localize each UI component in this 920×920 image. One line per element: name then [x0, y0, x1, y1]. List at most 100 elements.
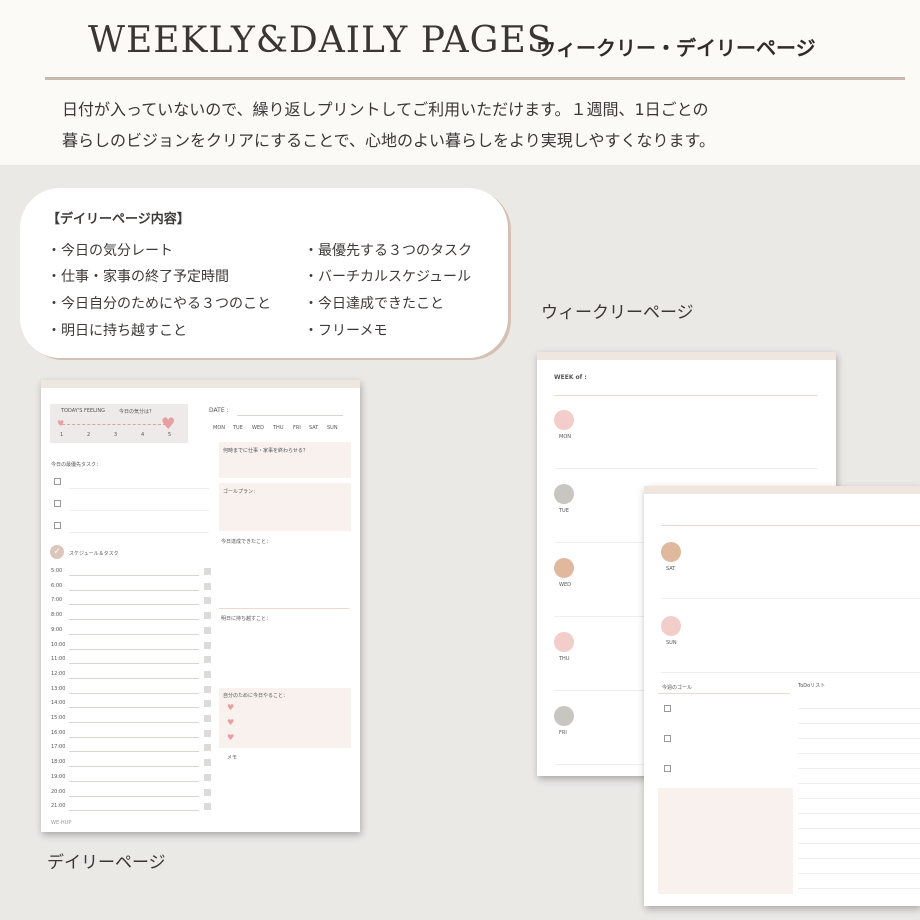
- todo-line: [798, 708, 920, 709]
- time-checkbox[interactable]: [204, 700, 211, 708]
- time-checkbox[interactable]: [204, 715, 211, 722]
- weekday: THU: [273, 425, 284, 431]
- time-checkbox[interactable]: [204, 773, 211, 781]
- sheet-top-band: [537, 352, 836, 360]
- time-label: 21:00: [51, 803, 66, 810]
- time-label: 8:00: [51, 612, 63, 619]
- intro-line-2: 暮らしのビジョンをクリアにすることで、心地のよい暮らしをより実現しやすくなります…: [62, 131, 715, 150]
- rating-5: 5: [168, 432, 172, 438]
- checkbox[interactable]: [54, 522, 61, 529]
- time-line: [69, 619, 199, 621]
- todo-line: [798, 858, 920, 859]
- title-divider: [45, 77, 905, 80]
- day-label: FRI: [559, 730, 567, 736]
- time-checkbox[interactable]: [204, 641, 211, 649]
- heart-bullet-icon: ♥: [227, 718, 235, 727]
- date-line: [237, 415, 343, 416]
- carry-over-label: 明日に持ち越すこと：: [221, 616, 272, 622]
- time-checkbox[interactable]: [204, 670, 211, 678]
- time-line: [69, 766, 199, 768]
- time-checkbox[interactable]: [204, 788, 211, 796]
- time-label: 5:00: [51, 568, 63, 574]
- weekday: SUN: [327, 425, 338, 431]
- priority-label: 今日の最優先タスク：: [51, 462, 102, 468]
- time-checkbox[interactable]: [204, 685, 211, 693]
- time-line: [69, 751, 199, 753]
- time-checkbox[interactable]: [204, 568, 211, 575]
- todo-line: [798, 723, 920, 724]
- bubble-item: ・バーチカルスケジュール: [304, 269, 472, 285]
- day-circle: [661, 542, 681, 562]
- self-care-label: 自分のために今日やること：: [223, 693, 289, 699]
- checkbox[interactable]: [664, 765, 671, 772]
- checkbox[interactable]: [54, 478, 61, 485]
- time-checkbox[interactable]: [204, 744, 211, 752]
- time-checkbox[interactable]: [204, 626, 211, 634]
- day-label: TUE: [559, 508, 569, 514]
- check-icon: ✓: [50, 545, 64, 559]
- weekly-caption: ウィークリーページ: [541, 303, 694, 323]
- weekday: TUE: [233, 425, 243, 431]
- bubble-item: ・今日自分のためにやる３つのこと: [47, 296, 271, 312]
- time-line: [69, 810, 199, 812]
- memo-label: メモ: [227, 755, 238, 761]
- time-checkbox[interactable]: [204, 612, 211, 620]
- time-line: [69, 604, 199, 606]
- time-line: [69, 707, 199, 709]
- time-label: 13:00: [51, 685, 66, 692]
- time-checkbox[interactable]: [204, 582, 211, 590]
- time-checkbox[interactable]: [204, 759, 211, 767]
- time-line: [69, 736, 199, 738]
- task-line: [69, 532, 209, 533]
- header-rule: [661, 525, 920, 526]
- achieved-label: 今日達成できたこと：: [221, 539, 272, 545]
- goal-rule: [658, 693, 790, 694]
- time-line: [69, 677, 199, 679]
- day-label: THU: [559, 656, 570, 662]
- feeling-title: TODAY'S FEELING: [61, 408, 106, 414]
- bubble-item: ・今日の気分レート: [47, 243, 173, 259]
- small-heart-icon: ♥: [57, 419, 65, 428]
- time-checkbox[interactable]: [204, 656, 211, 664]
- time-line: [69, 575, 199, 576]
- checkbox[interactable]: [664, 735, 671, 742]
- day-circle: [554, 558, 574, 578]
- bubble-item: ・今日達成できたこと: [304, 296, 444, 312]
- date-label: DATE :: [209, 407, 229, 414]
- todo-line: [798, 798, 920, 799]
- day-circle: [554, 410, 574, 430]
- weekday: SAT: [309, 425, 319, 431]
- daily-caption: デイリーページ: [47, 853, 166, 873]
- checkbox[interactable]: [54, 500, 61, 507]
- bubble-item: ・フリーメモ: [304, 323, 388, 339]
- page-title-english: WEEKLY&DAILY PAGES: [88, 20, 553, 61]
- todo-line: [798, 738, 920, 739]
- day-circle: [554, 706, 574, 726]
- weekday: MON: [213, 425, 225, 431]
- todo-line: [798, 828, 920, 829]
- time-label: 16:00: [51, 729, 66, 736]
- day-divider: [554, 468, 818, 469]
- large-heart-icon: ♥: [161, 414, 176, 433]
- checkbox[interactable]: [664, 705, 671, 712]
- rating-4: 4: [141, 432, 145, 438]
- notes-box: [658, 788, 793, 894]
- time-label: 11:00: [51, 656, 66, 663]
- time-label: 7:00: [51, 597, 63, 604]
- time-checkbox[interactable]: [204, 597, 211, 605]
- brand-mark: WE-HUP: [51, 820, 72, 826]
- todo-line: [798, 813, 920, 814]
- feeling-subtitle: 今日の気分は？: [119, 409, 155, 415]
- time-line: [69, 633, 199, 635]
- section-divider: [219, 608, 349, 609]
- time-checkbox[interactable]: [204, 729, 211, 737]
- day-circle: [554, 632, 574, 652]
- time-line: [69, 722, 199, 723]
- weekly-page-2-preview: SAT SUN 今週のゴール ToDoリスト: [644, 486, 920, 906]
- time-label: 12:00: [51, 670, 66, 677]
- time-label: 6:00: [51, 582, 63, 589]
- week-of-label: WEEK of :: [554, 374, 587, 381]
- time-line: [69, 589, 199, 591]
- day-label: SUN: [666, 640, 677, 646]
- time-checkbox[interactable]: [204, 803, 211, 811]
